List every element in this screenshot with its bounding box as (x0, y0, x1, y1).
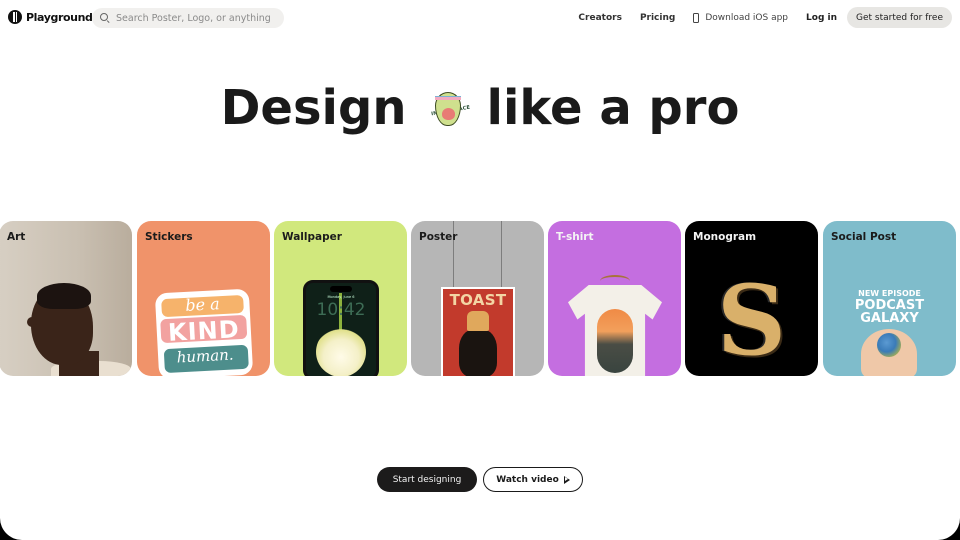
category-carousel: Art Stickers be a KIND human. Wallpaper (0, 221, 960, 376)
monogram-letter: S (716, 264, 787, 376)
card-label: T-shirt (556, 231, 594, 243)
hero-title-end: like a pro (486, 80, 740, 136)
hero-title-start: Design (220, 80, 407, 136)
poster-image: TOAST (441, 287, 515, 376)
card-label: Wallpaper (282, 231, 342, 243)
page: Playground Creators Pricing Download iOS… (0, 0, 960, 540)
sticker-image: be a KIND human. (154, 288, 254, 376)
login-link[interactable]: Log in (806, 13, 837, 23)
card-label: Social Post (831, 231, 897, 243)
phone-wallpaper-image: Monday, June 6 10:42 (303, 280, 379, 376)
category-card-tshirt[interactable]: T-shirt (548, 221, 681, 376)
search-icon (100, 13, 110, 23)
heart-icon (441, 108, 455, 120)
top-nav: Playground Creators Pricing Download iOS… (0, 0, 960, 36)
lockscreen-time: 10:42 (316, 300, 366, 320)
brand-name: Playground (26, 10, 93, 24)
avocado-sticker-icon: INNER PEACE (425, 76, 473, 132)
nav-pricing[interactable]: Pricing (640, 13, 675, 23)
card-label: Art (7, 231, 26, 243)
category-card-wallpaper[interactable]: Wallpaper Monday, June 6 10:42 (274, 221, 407, 376)
lockscreen-date: Monday, June 6 (327, 295, 355, 299)
category-card-art[interactable]: Art (0, 221, 132, 376)
watch-video-label: Watch video (496, 474, 559, 485)
sticker-text: KIND (167, 315, 241, 347)
category-card-stickers[interactable]: Stickers be a KIND human. (137, 221, 270, 376)
watch-video-button[interactable]: Watch video (483, 467, 583, 492)
card-label: Poster (419, 231, 458, 243)
nav-creators[interactable]: Creators (578, 13, 622, 23)
phone-icon (693, 12, 700, 23)
globe-image (877, 333, 901, 357)
social-post-text: NEW EPISODE (858, 289, 921, 298)
search-bar[interactable] (92, 8, 284, 28)
social-post-text: GALAXY (860, 311, 919, 326)
category-card-monogram[interactable]: Monogram S (685, 221, 818, 376)
start-designing-button[interactable]: Start designing (377, 467, 477, 492)
nav-links: Creators Pricing Download iOS app Log in… (560, 7, 952, 28)
poster-text: TOAST (449, 291, 507, 309)
hero-actions: Start designing Watch video (0, 467, 960, 492)
search-input[interactable] (116, 12, 276, 24)
category-card-social-post[interactable]: Social Post NEW EPISODE PODCAST GALAXY (823, 221, 956, 376)
card-label: Stickers (145, 231, 193, 243)
nav-download-ios[interactable]: Download iOS app (693, 12, 789, 23)
card-label: Monogram (693, 231, 757, 243)
category-card-poster[interactable]: Poster TOAST (411, 221, 544, 376)
hero-title: Design INNER PEACE like a pro (0, 74, 960, 139)
get-started-button[interactable]: Get started for free (847, 7, 952, 28)
download-ios-label: Download iOS app (705, 12, 789, 23)
brand-logo[interactable]: Playground (8, 10, 93, 24)
playground-logo-icon (8, 10, 22, 24)
